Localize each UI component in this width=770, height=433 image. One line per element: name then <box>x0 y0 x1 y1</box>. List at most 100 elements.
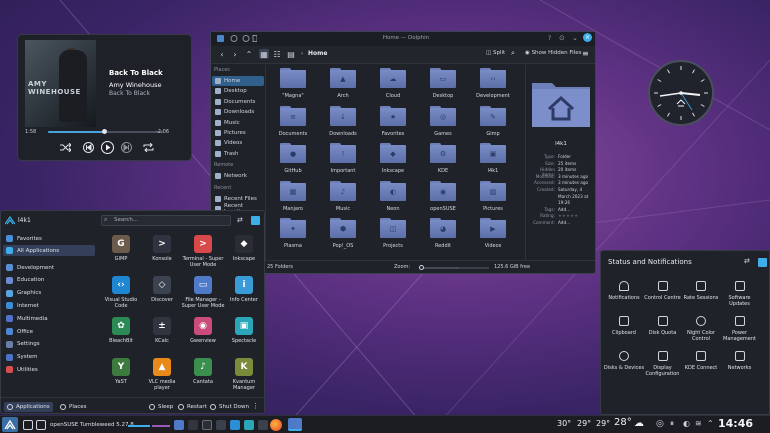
category-item[interactable]: Utilities <box>3 364 95 375</box>
restart-button[interactable]: Restart <box>175 402 210 412</box>
firefox-task-icon[interactable] <box>270 419 282 431</box>
status-item[interactable]: Software Updates <box>719 281 761 307</box>
sleep-button[interactable]: Sleep <box>146 402 176 412</box>
folder-item[interactable]: ☁ Cloud <box>369 68 417 104</box>
app-item[interactable]: ± KCalc <box>140 317 184 344</box>
next-track-button[interactable] <box>120 141 132 153</box>
folder-item[interactable]: ▣ l4k1 <box>469 143 517 179</box>
shuffle-button[interactable] <box>59 141 71 153</box>
app-item[interactable]: G GIMP <box>99 235 143 262</box>
app-item[interactable]: Y YaST <box>99 358 143 385</box>
search-icon[interactable]: ⌕ <box>511 49 515 58</box>
category-item[interactable]: Graphics <box>3 288 95 299</box>
category-item[interactable]: Office <box>3 326 95 337</box>
network-icon[interactable]: ≋ <box>695 419 702 428</box>
icon-view-button[interactable]: ▦ <box>259 49 269 59</box>
folder-item[interactable]: ● GitHub <box>269 143 317 179</box>
search-input[interactable]: Search... <box>101 215 231 226</box>
store-task-icon[interactable] <box>230 420 240 430</box>
status-item[interactable]: Control Centre <box>642 281 684 301</box>
places-item[interactable]: Videos <box>212 138 264 148</box>
app-item[interactable]: ✿ BleachBit <box>99 317 143 344</box>
status-item[interactable]: Notifications <box>603 281 645 301</box>
places-tab[interactable]: Places <box>57 402 90 412</box>
places-item[interactable]: Network <box>212 171 264 181</box>
app-item[interactable]: > Konsole <box>140 235 184 262</box>
info-value[interactable]: Add... <box>558 207 570 212</box>
split-button[interactable]: ◫ Split <box>486 50 505 56</box>
dolphin-task-icon[interactable] <box>288 418 302 431</box>
audio-icon[interactable]: ◎ <box>656 419 664 429</box>
folder-item[interactable]: ▶ Videos <box>469 218 517 254</box>
status-item[interactable]: Clipboard <box>603 316 645 336</box>
rating-stars-icon[interactable]: ★★★★★ <box>558 213 578 218</box>
app-item[interactable]: ◇ Discover <box>140 276 184 303</box>
category-item[interactable]: Development <box>3 262 95 273</box>
applications-tab[interactable]: Applications <box>4 402 53 412</box>
folder-item[interactable]: ▨ Pictures <box>469 180 517 217</box>
places-item[interactable]: Documents <box>212 97 264 107</box>
folder-item[interactable]: ≡ Documents <box>269 105 317 142</box>
places-item[interactable]: Trash <box>212 149 264 159</box>
category-item[interactable]: Settings <box>3 339 95 350</box>
app-item[interactable]: ▭ File Manager - Super User Mode <box>181 276 225 309</box>
folder-item[interactable]: "Magna" <box>269 68 317 104</box>
places-item[interactable]: Pictures <box>212 128 264 138</box>
status-item[interactable]: Disks & Devices <box>603 351 645 371</box>
pager-icon[interactable] <box>23 420 33 430</box>
app-item[interactable]: ◉ Gwenview <box>181 317 225 344</box>
status-item[interactable]: Rate Sessions <box>680 281 722 301</box>
info-value[interactable]: Add... <box>558 220 570 225</box>
terminal-task-icon[interactable] <box>188 420 198 430</box>
repeat-button[interactable] <box>142 141 154 153</box>
pin-icon[interactable]: ⊙ <box>559 34 565 42</box>
folder-item[interactable]: ↓ Downloads <box>319 105 367 142</box>
show-hidden-files-button[interactable]: ◉ Show Hidden Files <box>525 50 581 56</box>
app-item[interactable]: ◆ Inkscape <box>222 235 266 262</box>
folder-item[interactable]: ◉ openSUSE <box>419 180 467 217</box>
category-item[interactable]: System <box>3 352 95 363</box>
folder-item[interactable]: ✦ Plasma <box>269 218 317 254</box>
category-item[interactable]: Favorites <box>3 233 95 244</box>
app-item[interactable]: ▣ Spectacle <box>222 317 266 344</box>
folder-item[interactable]: ◆ Inkscape <box>369 143 417 179</box>
inkscape-task-icon[interactable] <box>202 420 212 430</box>
minimize-icon[interactable]: ⌄ <box>572 34 578 42</box>
screenshot-task-icon[interactable] <box>244 420 254 430</box>
places-item[interactable]: Music <box>212 118 264 128</box>
folder-item[interactable]: ‹› Development <box>469 68 517 104</box>
pin-panel-icon[interactable] <box>758 258 767 267</box>
folder-item[interactable]: ⚙ KDE <box>419 143 467 179</box>
weather-cloud-icon[interactable]: ☁ <box>634 418 644 429</box>
status-item[interactable]: Night Color Control <box>680 316 722 342</box>
folder-item[interactable]: ✎ Gimp <box>469 105 517 142</box>
folder-item[interactable]: ♪ Music <box>319 180 367 217</box>
folder-item[interactable]: ★ Favorites <box>369 105 417 142</box>
places-item[interactable]: Desktop <box>212 86 264 96</box>
folder-item[interactable]: ◐ Neon <box>369 180 417 217</box>
status-item[interactable]: Display Configuration <box>642 351 684 377</box>
folder-item[interactable]: ▭ Desktop <box>419 68 467 104</box>
folder-item[interactable]: ! Important <box>319 143 367 179</box>
previous-track-button[interactable] <box>82 141 94 153</box>
app-item[interactable]: ▲ VLC media player <box>140 358 184 391</box>
category-item[interactable]: Multimedia <box>3 313 95 324</box>
folder-item[interactable]: ◎ Games <box>419 105 467 142</box>
app-item[interactable]: > Terminal - Super User Mode <box>181 235 225 268</box>
back-icon[interactable]: ‹ <box>217 49 227 59</box>
category-item[interactable]: All Applications <box>3 245 95 256</box>
status-item[interactable]: Networks <box>719 351 761 371</box>
status-item[interactable]: KDE Connect <box>680 351 722 371</box>
folder-item[interactable]: ◫ Projects <box>369 218 417 254</box>
details-view-button[interactable]: ▤ <box>286 49 296 59</box>
play-button[interactable] <box>100 140 114 154</box>
status-item[interactable]: Disk Quota <box>642 316 684 336</box>
launcher-button[interactable] <box>2 417 18 432</box>
show-desktop-icon[interactable] <box>36 420 46 430</box>
close-icon[interactable]: × <box>583 33 592 42</box>
category-item[interactable]: Education <box>3 275 95 286</box>
app-item[interactable]: ‹› Visual Studio Code <box>99 276 143 309</box>
folder-item[interactable]: ▲ Arch <box>319 68 367 104</box>
forward-icon[interactable]: › <box>230 49 240 59</box>
digital-clock[interactable]: 14:46 <box>718 417 753 430</box>
